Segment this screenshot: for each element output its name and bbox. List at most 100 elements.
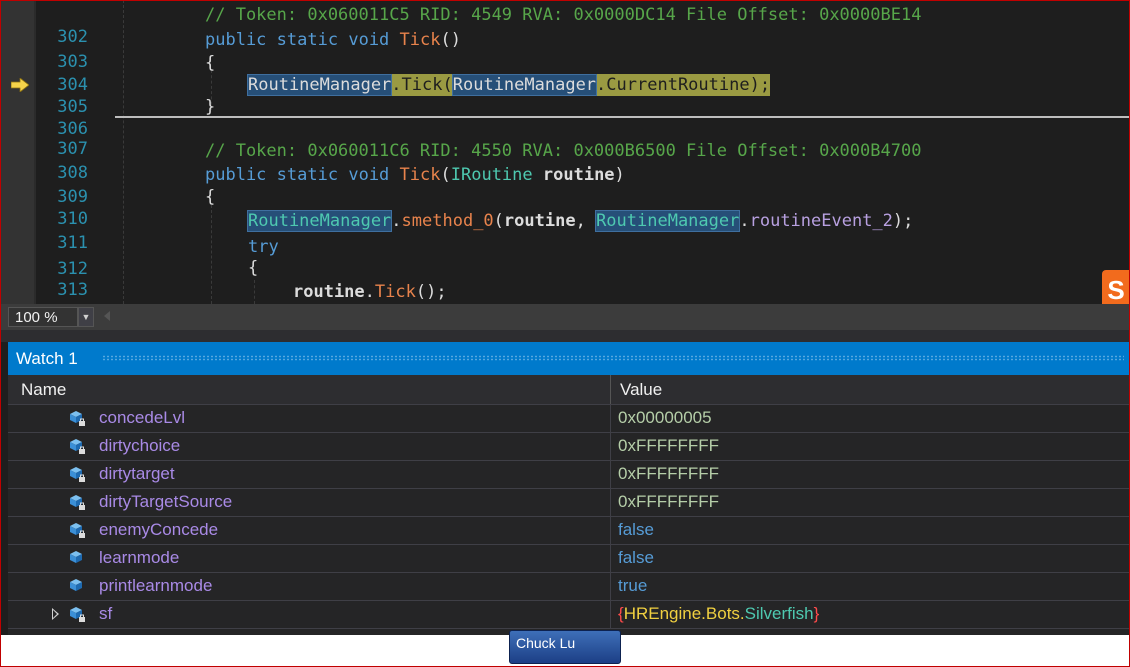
punctuation: (: [442, 75, 453, 95]
watch-row-name: printlearnmode: [99, 576, 213, 595]
parameter-name: routine: [542, 165, 615, 185]
code-editor[interactable]: 302 // Token: 0x060011C5 RID: 4549 RVA: …: [0, 0, 1130, 304]
scroll-left-arrow-icon[interactable]: [104, 311, 110, 321]
watch-row-name: concedeLvl: [99, 408, 186, 427]
column-header-name[interactable]: Name: [21, 375, 66, 404]
keyword: public: [205, 30, 267, 50]
watch-window-title-bar[interactable]: Watch 1: [8, 342, 1130, 375]
watch-row[interactable]: learnmode false: [8, 544, 1130, 573]
private-field-icon: [70, 411, 85, 426]
column-divider: [610, 404, 611, 432]
code-line: 310 {: [0, 186, 1130, 229]
column-divider: [610, 488, 611, 516]
watch-row[interactable]: sf {HREngine.Bots.Silverfish}: [8, 600, 1130, 629]
type-reference[interactable]: IRoutine: [451, 165, 533, 185]
code-line: 314 routine.Tick();: [0, 281, 1130, 303]
member-name: CurrentRoutine: [606, 75, 750, 95]
punctuation: .: [596, 75, 607, 95]
punctuation: .: [391, 75, 402, 95]
watch-row-name: dirtytarget: [99, 464, 175, 483]
watch-row-value[interactable]: 0x00000005: [618, 404, 712, 431]
watch-row-name: dirtyTargetSource: [99, 492, 233, 511]
code-line: 308 // Token: 0x060011C6 RID: 4550 RVA: …: [0, 140, 1130, 183]
code-text: {: [248, 258, 259, 278]
column-splitter[interactable]: [610, 375, 611, 404]
keyword: static: [276, 30, 339, 50]
punctuation: .: [391, 211, 402, 231]
watch-row-value[interactable]: 0xFFFFFFFF: [618, 432, 719, 459]
expand-arrow-icon[interactable]: [52, 608, 59, 620]
punctuation: );: [892, 211, 914, 231]
punctuation: (): [440, 30, 461, 50]
column-header-value[interactable]: Value: [620, 375, 662, 404]
watch-header: Name Value: [8, 375, 1130, 405]
punctuation: ): [614, 165, 625, 185]
code-line: 313 {: [0, 257, 1130, 300]
code-line: 307: [0, 116, 1130, 159]
punctuation: ,: [575, 211, 597, 231]
code-line: 312 try: [0, 236, 1130, 279]
watch-row-value[interactable]: true: [618, 572, 647, 599]
zoom-level-field[interactable]: 100 %: [8, 307, 78, 327]
column-divider: [610, 600, 611, 628]
type-reference[interactable]: RoutineManager: [246, 74, 393, 96]
watch-window: Name Value concedeLvl 0x00000005 dirtych…: [8, 375, 1130, 635]
punctuation: .: [364, 282, 375, 302]
type-reference[interactable]: RoutineManager: [595, 210, 741, 232]
method-name: Tick: [399, 30, 441, 50]
brace: }: [813, 604, 820, 623]
zoom-dropdown-button[interactable]: ▼: [78, 307, 94, 327]
keyword: try: [248, 237, 279, 257]
code-text: }: [205, 97, 216, 117]
code-text: {: [205, 187, 216, 207]
panel-splitter[interactable]: [0, 330, 1130, 342]
method-name: smethod_0: [401, 211, 494, 231]
watch-row-value[interactable]: 0xFFFFFFFF: [618, 488, 719, 515]
editor-status-bar: 100 % ▼: [0, 304, 1130, 330]
keyword: public: [205, 165, 267, 185]
punctuation: (: [440, 165, 451, 185]
class-text: Silverfish: [744, 604, 814, 623]
private-field-icon: [70, 607, 85, 622]
punctuation: );: [749, 75, 771, 95]
current-statement-line: 305 RoutineManager.Tick(RoutineManager.C…: [0, 74, 1130, 117]
column-divider: [610, 460, 611, 488]
watch-row-name: enemyConcede: [99, 520, 219, 539]
private-field-icon: [70, 439, 85, 454]
type-reference[interactable]: RoutineManager: [246, 210, 393, 232]
method-name: Tick: [401, 75, 443, 95]
field-icon: [70, 579, 82, 591]
watch-row[interactable]: dirtychoice 0xFFFFFFFF: [8, 432, 1130, 461]
member-name: routineEvent_2: [749, 211, 893, 231]
private-field-icon: [70, 523, 85, 538]
namespace-text: HREngine.Bots.: [623, 604, 745, 623]
watch-row-value[interactable]: 0xFFFFFFFF: [618, 460, 719, 487]
watch-row[interactable]: printlearnmode true: [8, 572, 1130, 601]
private-field-icon: [70, 495, 85, 510]
watch-row-value[interactable]: false: [618, 516, 654, 543]
code-line: 303 public static void Tick(): [0, 29, 1130, 72]
code-line: 311 RoutineManager.smethod_0(routine, Ro…: [0, 210, 1130, 253]
watch-row-value[interactable]: false: [618, 544, 654, 571]
watch-row[interactable]: concedeLvl 0x00000005: [8, 404, 1130, 433]
watch-row[interactable]: dirtyTargetSource 0xFFFFFFFF: [8, 488, 1130, 517]
method-name: Tick: [374, 282, 416, 302]
field-icon: [70, 551, 82, 563]
object-name: routine: [293, 282, 365, 302]
code-line: 302 // Token: 0x060011C5 RID: 4549 RVA: …: [0, 4, 1130, 47]
code-line: 304 {: [0, 52, 1130, 95]
watch-window-title: Watch 1: [16, 349, 78, 368]
taskbar-user-button[interactable]: Chuck Lu: [509, 630, 621, 664]
watch-row[interactable]: dirtytarget 0xFFFFFFFF: [8, 460, 1130, 489]
code-line: 306 }: [0, 96, 1130, 139]
watch-row-name: dirtychoice: [99, 436, 181, 455]
code-comment: // Token: 0x060011C5 RID: 4549 RVA: 0x00…: [205, 5, 922, 25]
watch-row[interactable]: enemyConcede false: [8, 516, 1130, 545]
type-reference[interactable]: RoutineManager: [451, 74, 598, 96]
watch-row-value[interactable]: {HREngine.Bots.Silverfish}: [618, 600, 819, 627]
keyword: void: [348, 165, 390, 185]
input-method-logo-icon[interactable]: S: [1102, 270, 1130, 304]
code-text: {: [205, 53, 216, 73]
punctuation: ();: [415, 282, 447, 302]
column-divider: [610, 432, 611, 460]
